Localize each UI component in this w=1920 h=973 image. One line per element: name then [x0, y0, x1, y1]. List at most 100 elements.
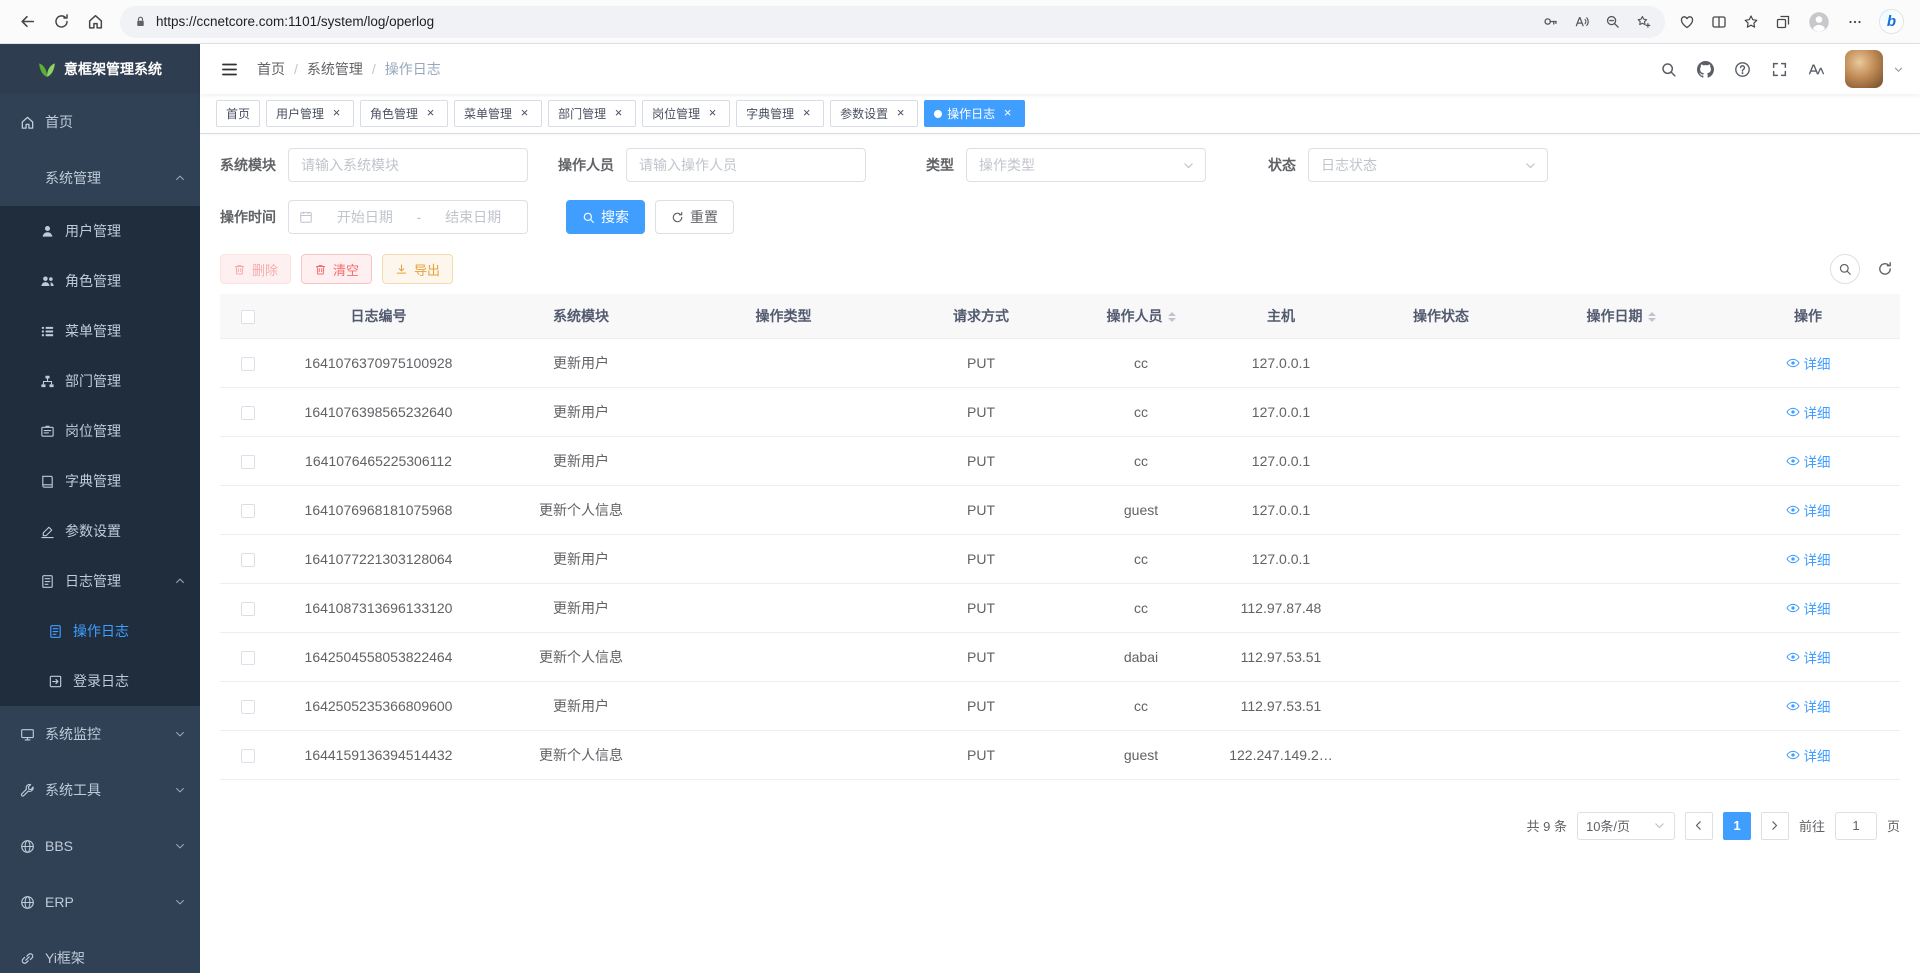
- sidebar-item-bbs[interactable]: BBS: [0, 818, 200, 874]
- detail-link[interactable]: 详细: [1786, 451, 1831, 471]
- browser-back-button[interactable]: [10, 5, 44, 39]
- prev-page-button[interactable]: [1685, 812, 1713, 840]
- font-size-icon[interactable]: [1808, 61, 1825, 78]
- row-checkbox[interactable]: [241, 749, 255, 763]
- col-date[interactable]: 操作日期: [1526, 294, 1716, 338]
- sidebar-item-erp[interactable]: ERP: [0, 874, 200, 930]
- close-icon[interactable]: ×: [611, 106, 626, 121]
- row-checkbox[interactable]: [241, 651, 255, 665]
- status-select[interactable]: 日志状态: [1308, 148, 1548, 182]
- tab-字典管理[interactable]: 字典管理×: [736, 100, 824, 127]
- close-icon[interactable]: ×: [329, 106, 344, 121]
- next-page-button[interactable]: [1761, 812, 1789, 840]
- refresh-table-button[interactable]: [1870, 254, 1900, 284]
- sidebar-item-yi-frame[interactable]: Yi框架: [0, 930, 200, 973]
- github-icon[interactable]: [1697, 61, 1714, 78]
- select-all-checkbox[interactable]: [241, 310, 255, 324]
- avatar-caret-icon[interactable]: [1893, 64, 1904, 75]
- browser-more-icon[interactable]: [1847, 14, 1863, 30]
- detail-link[interactable]: 详细: [1786, 696, 1831, 716]
- browser-home-button[interactable]: [78, 5, 112, 39]
- col-operator[interactable]: 操作人员: [1076, 294, 1206, 338]
- tab-参数设置[interactable]: 参数设置×: [830, 100, 918, 127]
- operator-input[interactable]: [626, 148, 866, 182]
- sort-carets-icon[interactable]: [1648, 308, 1656, 326]
- sidebar-toggle-icon[interactable]: [216, 56, 243, 83]
- sidebar-item-log-mgmt[interactable]: 日志管理: [0, 556, 200, 606]
- sidebar-item-user-mgmt[interactable]: 用户管理: [0, 206, 200, 256]
- bing-sidebar-icon[interactable]: b: [1879, 9, 1904, 34]
- tab-首页[interactable]: 首页: [216, 100, 260, 127]
- row-checkbox[interactable]: [241, 553, 255, 567]
- detail-link[interactable]: 详细: [1786, 647, 1831, 667]
- detail-link[interactable]: 详细: [1786, 745, 1831, 765]
- fullscreen-icon[interactable]: [1771, 61, 1788, 78]
- close-icon[interactable]: ×: [517, 106, 532, 121]
- search-button[interactable]: 搜索: [566, 200, 645, 234]
- toggle-search-button[interactable]: [1830, 254, 1860, 284]
- row-checkbox[interactable]: [241, 406, 255, 420]
- tab-用户管理[interactable]: 用户管理×: [266, 100, 354, 127]
- app-logo[interactable]: 意框架管理系统: [0, 44, 200, 94]
- favorites-icon[interactable]: [1743, 14, 1759, 30]
- header-search-icon[interactable]: [1660, 61, 1677, 78]
- row-checkbox[interactable]: [241, 357, 255, 371]
- module-input[interactable]: [288, 148, 528, 182]
- export-button[interactable]: 导出: [382, 254, 453, 284]
- sidebar-item-dict-mgmt[interactable]: 字典管理: [0, 456, 200, 506]
- collections-icon[interactable]: [1775, 14, 1791, 30]
- tab-操作日志[interactable]: 操作日志×: [924, 100, 1025, 127]
- page-size-select[interactable]: 10条/页: [1577, 812, 1675, 840]
- sort-carets-icon[interactable]: [1168, 308, 1176, 326]
- password-manager-icon[interactable]: [1543, 14, 1558, 29]
- sidebar-item-param-set[interactable]: 参数设置: [0, 506, 200, 556]
- detail-link[interactable]: 详细: [1786, 402, 1831, 422]
- detail-link[interactable]: 详细: [1786, 500, 1831, 520]
- date-range-input[interactable]: 开始日期 - 结束日期: [288, 200, 528, 234]
- row-checkbox[interactable]: [241, 504, 255, 518]
- split-screen-icon[interactable]: [1711, 14, 1727, 30]
- tab-菜单管理[interactable]: 菜单管理×: [454, 100, 542, 127]
- sidebar-item-oper-log[interactable]: 操作日志: [0, 606, 200, 656]
- sidebar-item-menu-mgmt[interactable]: 菜单管理: [0, 306, 200, 356]
- sidebar-item-sys-monitor[interactable]: 系统监控: [0, 706, 200, 762]
- address-bar[interactable]: https://ccnetcore.com:1101/system/log/op…: [120, 6, 1665, 38]
- detail-link[interactable]: 详细: [1786, 353, 1831, 373]
- user-avatar[interactable]: [1845, 50, 1883, 88]
- close-icon[interactable]: ×: [799, 106, 814, 121]
- tab-岗位管理[interactable]: 岗位管理×: [642, 100, 730, 127]
- sidebar-item-post-mgmt[interactable]: 岗位管理: [0, 406, 200, 456]
- breadcrumb-item[interactable]: 首页: [257, 59, 285, 79]
- row-checkbox[interactable]: [241, 455, 255, 469]
- breadcrumb-item[interactable]: 系统管理: [307, 59, 363, 79]
- tab-部门管理[interactable]: 部门管理×: [548, 100, 636, 127]
- delete-button[interactable]: 删除: [220, 254, 291, 284]
- add-favorite-icon[interactable]: [1636, 14, 1651, 29]
- goto-page-input[interactable]: [1835, 812, 1877, 840]
- zoom-icon[interactable]: [1605, 14, 1620, 29]
- close-icon[interactable]: ×: [705, 106, 720, 121]
- sidebar-item-dept-mgmt[interactable]: 部门管理: [0, 356, 200, 406]
- sidebar-item-system-mgmt[interactable]: 系统管理: [0, 150, 200, 206]
- read-aloud-icon[interactable]: [1574, 14, 1589, 29]
- close-icon[interactable]: ×: [423, 106, 438, 121]
- close-icon[interactable]: ×: [1000, 106, 1015, 121]
- sidebar-item-home[interactable]: 首页: [0, 94, 200, 150]
- row-checkbox[interactable]: [241, 602, 255, 616]
- browser-essentials-icon[interactable]: [1679, 14, 1695, 30]
- reset-button[interactable]: 重置: [655, 200, 734, 234]
- page-number-1[interactable]: 1: [1723, 812, 1751, 840]
- row-checkbox[interactable]: [241, 700, 255, 714]
- sidebar-item-role-mgmt[interactable]: 角色管理: [0, 256, 200, 306]
- browser-profile-avatar[interactable]: [1807, 10, 1831, 34]
- detail-link[interactable]: 详细: [1786, 549, 1831, 569]
- sidebar-item-sys-tools[interactable]: 系统工具: [0, 762, 200, 818]
- help-icon[interactable]: [1734, 61, 1751, 78]
- close-icon[interactable]: ×: [893, 106, 908, 121]
- clear-button[interactable]: 清空: [301, 254, 372, 284]
- sidebar-item-login-log[interactable]: 登录日志: [0, 656, 200, 706]
- browser-refresh-button[interactable]: [44, 5, 78, 39]
- detail-link[interactable]: 详细: [1786, 598, 1831, 618]
- tab-角色管理[interactable]: 角色管理×: [360, 100, 448, 127]
- type-select[interactable]: 操作类型: [966, 148, 1206, 182]
